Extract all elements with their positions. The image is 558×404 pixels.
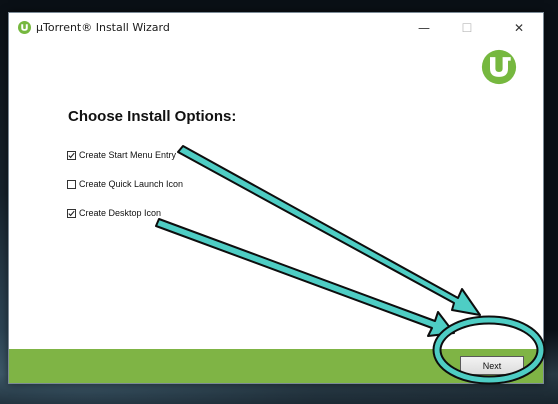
close-button[interactable]: ✕ (501, 13, 537, 43)
maximize-button[interactable]: ☐ (449, 13, 485, 43)
window-title: µTorrent® Install Wizard (36, 21, 170, 34)
option-quick-launch-icon[interactable]: Create Quick Launch Icon (67, 179, 183, 189)
desktop-icon-checkbox[interactable] (67, 208, 76, 218)
page-heading: Choose Install Options: (68, 108, 237, 125)
installer-window: µTorrent® Install Wizard — ☐ ✕ Choose In… (8, 12, 544, 384)
title-bar: µTorrent® Install Wizard — ☐ ✕ (9, 13, 543, 43)
utorrent-brand-icon (481, 49, 517, 85)
option-label: Create Quick Launch Icon (79, 179, 184, 189)
option-label: Create Start Menu Entry (79, 150, 177, 160)
option-start-menu-entry[interactable]: Create Start Menu Entry (67, 150, 176, 160)
minimize-button[interactable]: — (406, 13, 442, 43)
option-label: Create Desktop Icon (79, 208, 162, 218)
checkmark-icon (68, 152, 75, 158)
start-menu-checkbox[interactable] (67, 150, 76, 160)
next-button[interactable]: Next (460, 356, 524, 375)
quick-launch-checkbox[interactable] (67, 179, 76, 189)
option-desktop-icon[interactable]: Create Desktop Icon (67, 208, 161, 218)
checkmark-icon (68, 210, 75, 216)
utorrent-logo-icon (18, 21, 31, 34)
